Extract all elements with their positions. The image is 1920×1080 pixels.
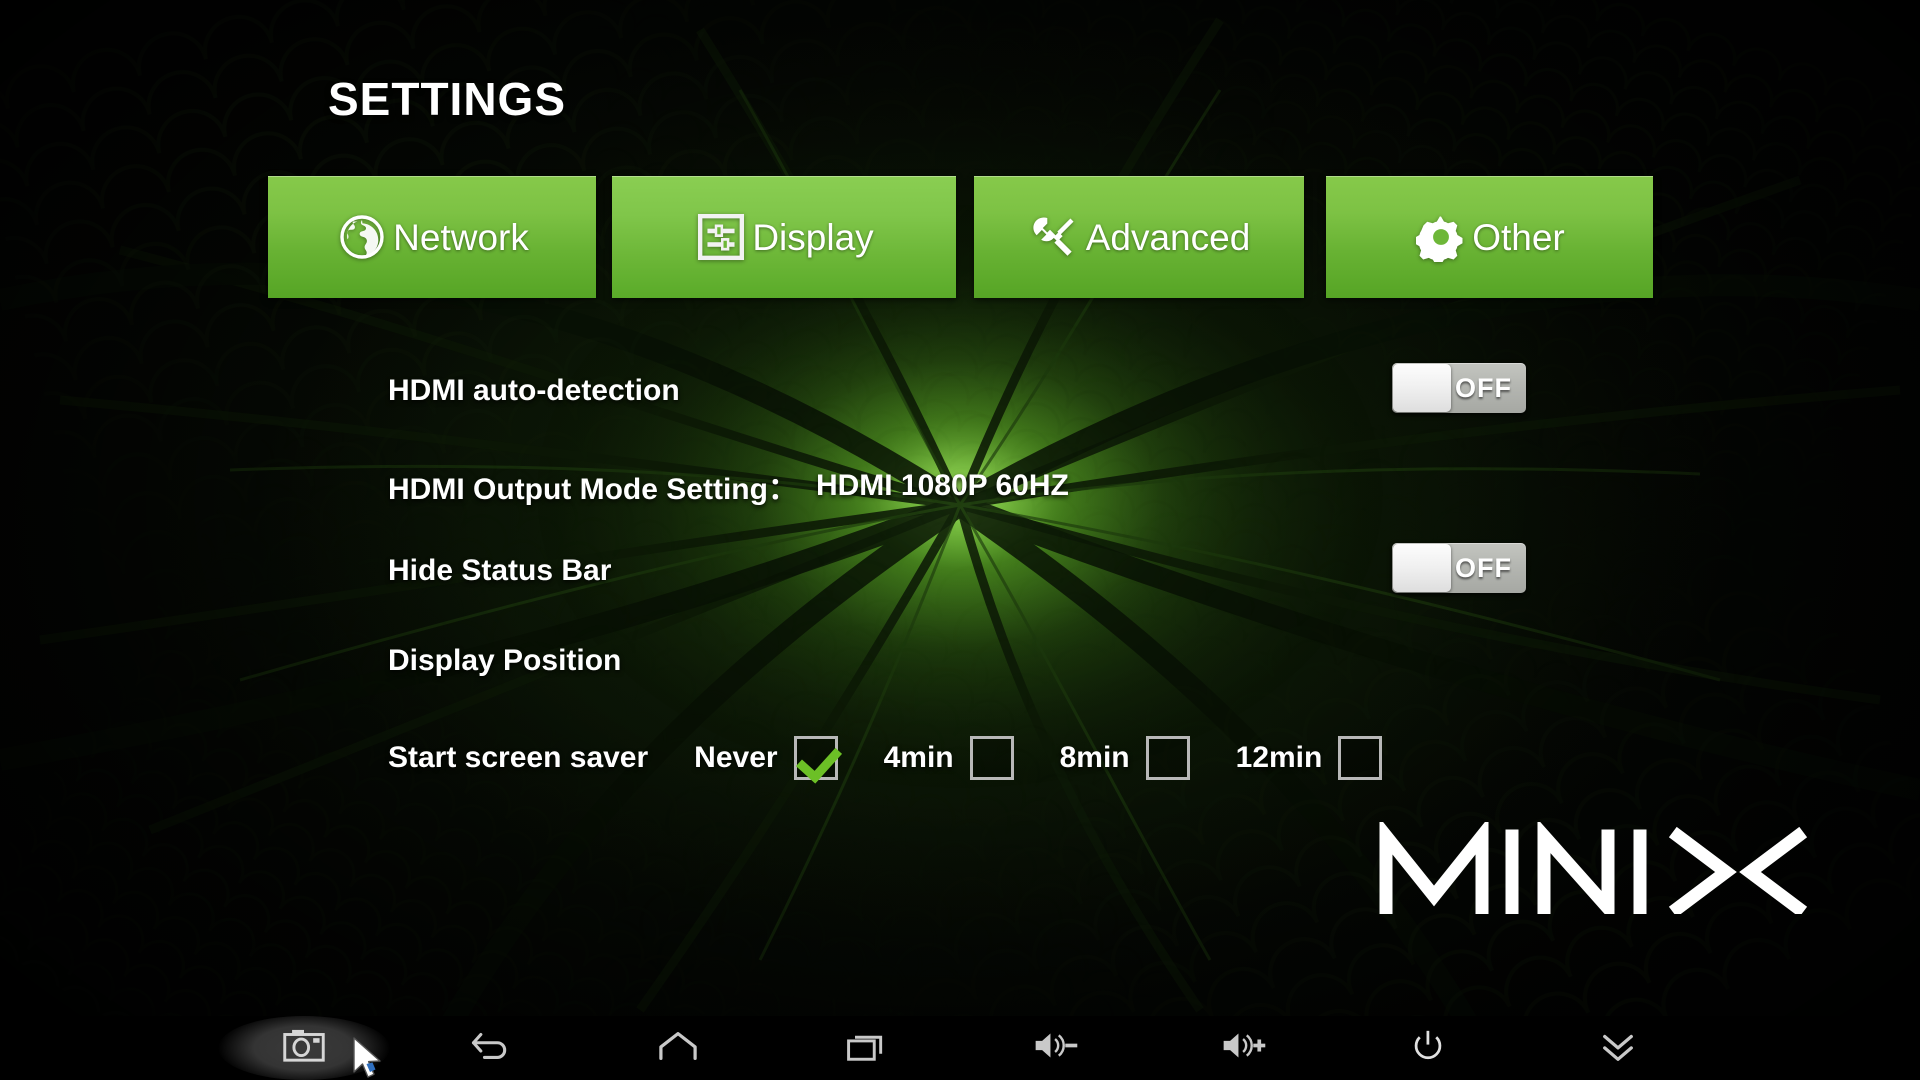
volume-up-button[interactable] xyxy=(1196,1016,1292,1080)
setting-row-hdmi-auto-detection: HDMI auto-detection xyxy=(388,374,680,408)
hide-status-bar-toggle[interactable]: OFF xyxy=(1392,543,1526,593)
hdmi-auto-detection-toggle[interactable]: OFF xyxy=(1392,363,1526,413)
tab-advanced[interactable]: Advanced xyxy=(974,176,1304,298)
volume-down-button[interactable] xyxy=(1008,1016,1104,1080)
setting-row-start-screen-saver: Start screen saver Never 4min 8min 12min xyxy=(388,736,1383,780)
power-icon xyxy=(1406,1027,1450,1069)
globe-icon xyxy=(335,210,389,264)
volume-up-icon xyxy=(1218,1027,1270,1069)
minix-logo xyxy=(1379,822,1808,914)
back-button[interactable] xyxy=(442,1016,538,1080)
screen-saver-option-4min[interactable]: 4min xyxy=(884,736,1014,780)
display-position-label: Display Position xyxy=(388,644,622,677)
tools-icon xyxy=(1028,210,1082,264)
background-scale-pattern xyxy=(0,0,1920,1080)
system-navigation-bar xyxy=(0,1016,1920,1080)
gear-icon xyxy=(1414,210,1468,264)
chevron-double-down-icon xyxy=(1595,1027,1641,1070)
volume-down-icon xyxy=(1030,1027,1082,1069)
tab-advanced-label: Advanced xyxy=(1085,216,1251,258)
screen-saver-option-12min-label: 12min xyxy=(1235,741,1323,774)
toggle-knob xyxy=(1393,544,1451,592)
hide-navbar-button[interactable] xyxy=(1570,1016,1666,1080)
screen-saver-checkbox-never[interactable] xyxy=(793,736,838,780)
recent-apps-button[interactable] xyxy=(818,1016,914,1080)
hdmi-auto-detection-toggle-state: OFF xyxy=(1455,372,1512,403)
setting-row-hdmi-output-mode[interactable]: HDMI Output Mode Setting： HDMI 1080P 60H… xyxy=(388,464,1069,508)
screen-saver-option-12min[interactable]: 12min xyxy=(1236,736,1383,780)
screen-saver-checkbox-8min[interactable] xyxy=(1145,736,1190,780)
screen-saver-option-never-label: Never xyxy=(694,741,778,774)
screenshot-button[interactable] xyxy=(218,1016,390,1080)
screen-saver-checkbox-12min[interactable] xyxy=(1338,736,1383,780)
settings-tab-bar: Network Display Advanced Other xyxy=(268,176,1653,300)
settings-screen: SETTINGS Network Display Advanced Other … xyxy=(0,0,1920,1080)
screen-saver-option-8min-label: 8min xyxy=(1059,741,1130,774)
screen-saver-option-group: Never 4min 8min 12min xyxy=(648,736,1383,780)
screen-saver-option-8min[interactable]: 8min xyxy=(1060,736,1190,780)
tab-other[interactable]: Other xyxy=(1326,176,1653,298)
tab-network[interactable]: Network xyxy=(268,176,596,298)
hide-status-bar-toggle-state: OFF xyxy=(1455,552,1512,583)
hdmi-output-mode-value[interactable]: HDMI 1080P 60HZ xyxy=(816,469,1069,503)
tab-display[interactable]: Display xyxy=(612,176,956,298)
recents-icon xyxy=(844,1027,888,1069)
setting-row-display-position[interactable]: Display Position xyxy=(388,644,621,678)
toggle-knob xyxy=(1393,364,1451,412)
home-icon xyxy=(655,1027,701,1070)
sliders-icon xyxy=(694,210,748,264)
camera-icon xyxy=(282,1027,326,1069)
back-arrow-icon xyxy=(468,1027,512,1069)
tab-network-label: Network xyxy=(393,216,529,258)
screen-saver-option-4min-label: 4min xyxy=(883,741,954,774)
tab-display-label: Display xyxy=(752,216,874,258)
screen-saver-option-never[interactable]: Never xyxy=(694,736,838,780)
start-screen-saver-label: Start screen saver xyxy=(388,741,649,774)
setting-row-hide-status-bar: Hide Status Bar xyxy=(388,554,611,588)
page-title: SETTINGS xyxy=(328,73,567,125)
power-button[interactable] xyxy=(1380,1016,1476,1080)
hide-status-bar-label: Hide Status Bar xyxy=(388,554,612,587)
screen-saver-checkbox-4min[interactable] xyxy=(969,736,1014,780)
tab-other-label: Other xyxy=(1472,216,1565,258)
hdmi-output-mode-label: HDMI Output Mode Setting： xyxy=(388,473,798,506)
hdmi-auto-detection-label: HDMI auto-detection xyxy=(388,374,680,407)
home-button[interactable] xyxy=(630,1016,726,1080)
